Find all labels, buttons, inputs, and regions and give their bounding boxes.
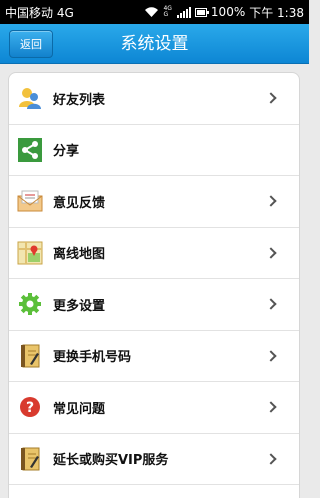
chevron-right-icon	[265, 92, 277, 104]
network-type-icon: 4G G	[163, 6, 171, 18]
notebook-icon	[17, 446, 43, 472]
menu-item-label: 更多设置	[53, 298, 106, 314]
map-icon	[17, 240, 43, 266]
menu-item-friends[interactable]: 好友列表	[9, 73, 299, 125]
menu-item-offline-map[interactable]: 离线地图	[9, 228, 299, 279]
menu-item-label: 延长或购买VIP服务	[53, 453, 169, 469]
menu-item-label: 好友列表	[53, 92, 106, 108]
menu-item-label: 常见问题	[53, 401, 106, 417]
clock: 下午 1:38	[249, 5, 304, 20]
status-right: 4G G 100% 下午 1:38	[144, 4, 304, 21]
battery-icon	[194, 7, 209, 17]
network-type-g: G	[163, 11, 169, 18]
mail-icon	[17, 188, 43, 214]
svg-text:?: ?	[26, 400, 34, 416]
gear-icon	[17, 291, 43, 317]
carrier-label: 中国移动 4G	[5, 5, 74, 20]
share-icon	[17, 137, 43, 163]
menu-item-label: 分享	[53, 144, 80, 160]
back-button[interactable]: 返回	[9, 30, 53, 58]
title-bar: 系统设置 返回	[0, 24, 309, 64]
notebook-icon	[17, 343, 43, 369]
chevron-right-icon	[265, 195, 277, 207]
back-button-label: 返回	[20, 38, 42, 51]
menu-item-vip[interactable]: 延长或购买VIP服务	[9, 434, 299, 485]
status-bar: 中国移动 4G 4G G 100% 下午 1:38	[0, 0, 309, 24]
signal-icon	[176, 6, 191, 18]
menu-item-label: 更换手机号码	[53, 350, 132, 366]
chevron-right-icon	[265, 350, 277, 362]
menu-item-faq[interactable]: ? 常见问题	[9, 382, 299, 434]
chevron-right-icon	[265, 401, 277, 413]
wifi-icon	[145, 7, 159, 17]
settings-list: 好友列表 分享 意见反馈 离线地图 更多设置 更换手机号码 ? 常见问题 延长或…	[8, 72, 300, 498]
friends-icon	[17, 85, 43, 111]
menu-item-share[interactable]: 分享	[9, 125, 299, 176]
menu-item-more-settings[interactable]: 更多设置	[9, 279, 299, 331]
menu-item-change-phone[interactable]: 更换手机号码	[9, 331, 299, 382]
chevron-right-icon	[265, 247, 277, 259]
menu-item-label: 意见反馈	[53, 195, 106, 211]
menu-item-label: 离线地图	[53, 247, 106, 263]
chevron-right-icon	[265, 298, 277, 310]
chevron-right-icon	[265, 453, 277, 465]
help-icon: ?	[17, 394, 43, 420]
battery-percent: 100%	[210, 5, 246, 19]
menu-item-feedback[interactable]: 意见反馈	[9, 176, 299, 228]
